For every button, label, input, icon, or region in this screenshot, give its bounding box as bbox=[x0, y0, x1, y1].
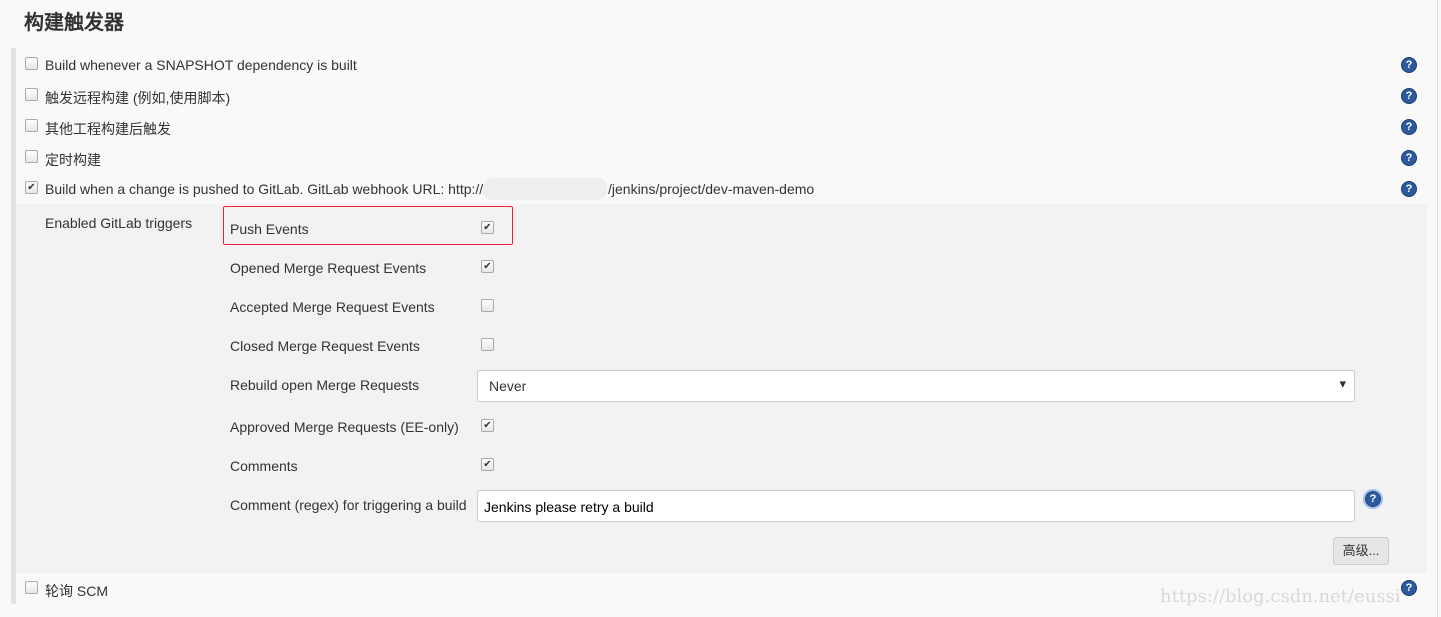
gitlab-option-checkbox[interactable] bbox=[481, 299, 494, 312]
approved-checkbox[interactable]: ✔ bbox=[481, 419, 494, 432]
trigger-checkbox[interactable] bbox=[25, 88, 38, 101]
rebuild-select[interactable]: Never ▾ bbox=[477, 370, 1355, 402]
help-icon[interactable]: ? bbox=[1401, 119, 1417, 135]
divider bbox=[1437, 0, 1438, 617]
trigger-checkbox[interactable] bbox=[25, 57, 38, 70]
chevron-down-icon: ▾ bbox=[1339, 376, 1346, 391]
poll-scm-checkbox[interactable] bbox=[25, 581, 38, 594]
approved-label: Approved Merge Requests (EE-only) bbox=[230, 419, 459, 435]
trigger-checkbox[interactable] bbox=[25, 119, 38, 132]
gitlab-triggers-label: Enabled GitLab triggers bbox=[45, 215, 193, 231]
gitlab-option-label: Accepted Merge Request Events bbox=[230, 299, 435, 315]
help-icon[interactable]: ? bbox=[1363, 489, 1383, 509]
page-title: 构建触发器 bbox=[24, 12, 124, 34]
trigger-label: Build when a change is pushed to GitLab.… bbox=[45, 181, 484, 197]
webhook-url-suffix: /jenkins/project/dev-maven-demo bbox=[608, 181, 815, 197]
trigger-checkbox[interactable]: ✔ bbox=[25, 181, 38, 194]
highlight-box bbox=[223, 206, 513, 245]
comments-checkbox[interactable]: ✔ bbox=[481, 458, 494, 471]
help-icon[interactable]: ? bbox=[1401, 150, 1417, 166]
rebuild-label: Rebuild open Merge Requests bbox=[230, 377, 420, 393]
rebuild-value: Never bbox=[489, 378, 527, 394]
gitlab-option-checkbox[interactable]: ✔ bbox=[481, 260, 494, 273]
gitlab-option-label: Closed Merge Request Events bbox=[230, 338, 420, 354]
poll-scm-label: 轮询 SCM bbox=[45, 583, 108, 599]
regex-input[interactable]: Jenkins please retry a build bbox=[477, 490, 1355, 522]
help-icon[interactable]: ? bbox=[1401, 181, 1417, 197]
trigger-label: 其他工程构建后触发 bbox=[45, 121, 171, 137]
trigger-label: Build whenever a SNAPSHOT dependency is … bbox=[45, 57, 357, 73]
comments-label: Comments bbox=[230, 458, 298, 474]
help-icon[interactable]: ? bbox=[1401, 88, 1417, 104]
trigger-label: 定时构建 bbox=[45, 152, 101, 168]
trigger-checkbox[interactable] bbox=[25, 150, 38, 163]
regex-value: Jenkins please retry a build bbox=[484, 499, 654, 515]
help-icon[interactable]: ? bbox=[1401, 57, 1417, 73]
trigger-label: 触发远程构建 (例如,使用脚本) bbox=[45, 90, 231, 106]
regex-label: Comment (regex) for triggering a build bbox=[230, 497, 467, 513]
redacted-host bbox=[483, 178, 607, 200]
advanced-button[interactable]: 高级... bbox=[1333, 537, 1389, 565]
gitlab-option-label: Opened Merge Request Events bbox=[230, 260, 427, 276]
help-icon[interactable]: ? bbox=[1401, 580, 1417, 596]
watermark: https://blog.csdn.net/eussi bbox=[1160, 586, 1401, 607]
gitlab-option-checkbox[interactable] bbox=[481, 338, 494, 351]
